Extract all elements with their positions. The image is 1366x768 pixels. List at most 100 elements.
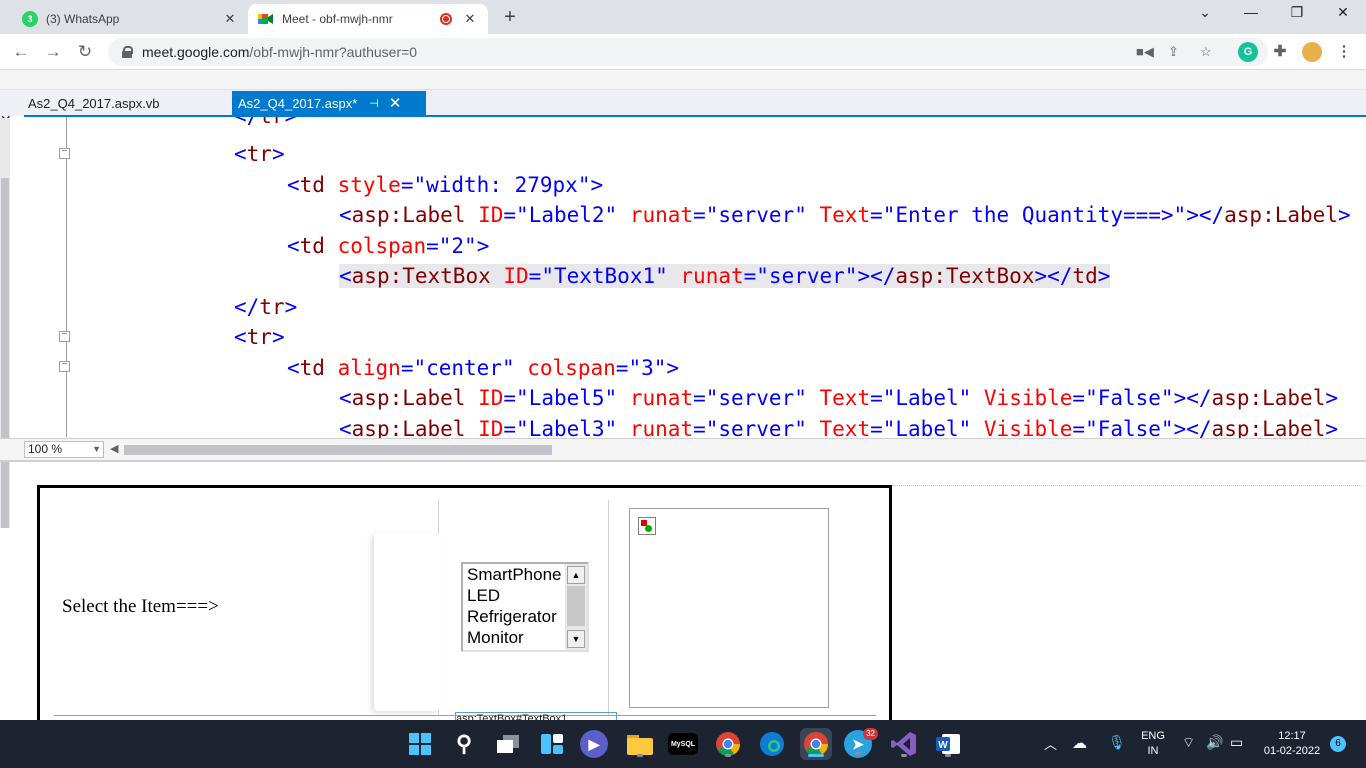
star-icon[interactable]: ☆ [1200, 38, 1212, 66]
vs-toolbar-strip [0, 70, 1366, 90]
document-tab-bar: ✕ As2_Q4_2017.aspx.vb As2_Q4_2017.aspx* … [0, 90, 1366, 128]
avatar[interactable] [1302, 42, 1322, 62]
indent-guide [66, 117, 67, 437]
code-line[interactable]: <td colspan="2"> [287, 231, 489, 261]
list-item[interactable]: Monitor [467, 628, 524, 648]
code-line[interactable]: <asp:Label ID="Label3" runat="server" Te… [339, 414, 1338, 439]
wifi-icon[interactable]: ⌔ [1182, 734, 1195, 752]
code-line[interactable]: <td align="center" colspan="3"> [287, 353, 679, 383]
running-indicator [637, 754, 643, 757]
file-explorer-icon[interactable] [624, 728, 656, 760]
minimize-button[interactable]: — [1228, 4, 1274, 20]
code-line[interactable]: <tr> [234, 139, 285, 169]
scroll-left-icon[interactable]: ◀ [110, 442, 118, 455]
kebab-menu-icon[interactable]: ⋮ [1334, 42, 1354, 62]
clock[interactable]: 12:17 01-02-2022 [1258, 729, 1326, 759]
tab-aspx[interactable]: As2_Q4_2017.aspx* ⊣ ✕ [232, 91, 426, 115]
cloud-icon[interactable]: ☁ [1072, 734, 1087, 752]
tab-search-icon[interactable]: ⌄ [1182, 4, 1228, 21]
whatsapp-icon: 3 [22, 11, 38, 27]
camera-icon[interactable]: ■◀ [1136, 38, 1154, 66]
code-line[interactable]: </tr> [234, 117, 297, 131]
scrollbar-thumb[interactable] [567, 586, 585, 626]
edge-icon[interactable] [756, 728, 788, 760]
back-arrow-icon[interactable]: ← [10, 41, 32, 63]
visual-studio-icon[interactable] [888, 728, 920, 760]
telegram-badge: 32 [863, 728, 878, 740]
editor-status-row: 100 % ▼ ◀ [0, 438, 1366, 460]
search-icon[interactable]: ⚲ [448, 728, 480, 760]
tab-title: Meet - obf-mwjh-nmr [282, 12, 393, 26]
forward-arrow-icon[interactable]: → [42, 41, 64, 63]
tab-whatsapp[interactable]: 3 (3) WhatsApp ✕ [8, 4, 248, 34]
fold-toggle-icon[interactable]: − [59, 148, 70, 159]
list-item[interactable]: LED [467, 586, 500, 606]
puzzle-icon[interactable]: ✚ [1270, 42, 1290, 62]
chrome-active-icon[interactable] [800, 728, 832, 760]
running-indicator [945, 754, 951, 757]
word-icon[interactable]: W [932, 728, 964, 760]
textbox-tag: asp:TextBox#TextBox1 [455, 712, 617, 720]
code-editor[interactable]: − − − </tr><tr><td style="width: 279px">… [0, 117, 1366, 439]
cell-divider [608, 500, 609, 715]
microphone-icon[interactable]: 🎙 [1108, 734, 1126, 751]
chrome-icon[interactable] [712, 728, 744, 760]
share-icon[interactable]: ⇪ [1168, 38, 1179, 66]
split-divider[interactable] [0, 460, 1366, 462]
fold-toggle-icon[interactable]: − [59, 331, 70, 342]
notification-badge[interactable]: 6 [1330, 736, 1346, 752]
design-surface[interactable]: Select the Item===> SmartPhone LED Refri… [37, 485, 892, 720]
taskbar: ⚲ ▶ MySQL ➤ 32 W ︿ ☁ 🎙 ENG IN ⌔ 🔊 ▭ 12:1… [0, 720, 1366, 768]
address-bar-row: ← → ↻ meet.google.com/obf-mwjh-nmr?authu… [0, 34, 1366, 70]
fold-toggle-icon[interactable]: − [59, 361, 70, 372]
teams-chat-icon[interactable]: ▶ [580, 730, 608, 758]
language-indicator[interactable]: ENG IN [1138, 729, 1168, 759]
region-code: IN [1147, 745, 1159, 757]
volume-icon[interactable]: 🔊 [1206, 734, 1223, 751]
telegram-icon[interactable]: ➤ 32 [844, 728, 878, 758]
pin-icon[interactable]: ⊣ [369, 97, 379, 110]
code-line[interactable]: <asp:TextBox ID="TextBox1" runat="server… [339, 261, 1111, 291]
listbox-scrollbar[interactable]: ▲ ▼ [565, 564, 587, 650]
language-code: ENG [1141, 730, 1165, 742]
battery-icon[interactable]: ▭ [1230, 734, 1243, 751]
url-bar[interactable]: meet.google.com/obf-mwjh-nmr?authuser=0 … [108, 38, 1268, 66]
code-line[interactable]: <asp:Label ID="Label5" runat="server" Te… [339, 383, 1338, 413]
task-view-icon[interactable] [492, 728, 524, 760]
widgets-icon[interactable] [536, 728, 568, 760]
horizontal-scrollbar-thumb[interactable] [124, 445, 552, 455]
tab-aspx-vb[interactable]: As2_Q4_2017.aspx.vb [22, 91, 230, 115]
image-control[interactable] [629, 508, 829, 708]
mysql-workbench-icon[interactable]: MySQL [668, 733, 698, 755]
url-path: /obf-mwjh-nmr?authuser=0 [249, 44, 418, 60]
close-icon[interactable]: ✕ [460, 11, 480, 27]
browser-tab-strip: 3 (3) WhatsApp ✕ Meet - obf-mwjh-nmr ✕ +… [0, 0, 1366, 34]
scroll-down-icon[interactable]: ▼ [567, 630, 585, 648]
restore-button[interactable]: ❐ [1274, 4, 1320, 21]
scroll-up-icon[interactable]: ▲ [567, 566, 585, 584]
list-item[interactable]: Refrigerator [467, 607, 557, 627]
window-close-button[interactable]: ✕ [1320, 4, 1366, 21]
code-line[interactable]: <asp:Label ID="Label2" runat="server" Te… [339, 200, 1351, 230]
shared-screen-visual-studio: ✕ As2_Q4_2017.aspx.vb As2_Q4_2017.aspx* … [0, 70, 1366, 720]
code-line[interactable]: </tr> [234, 292, 297, 322]
lock-icon[interactable] [122, 46, 133, 58]
new-tab-button[interactable]: + [498, 6, 522, 29]
code-line[interactable]: <td style="width: 279px"> [287, 170, 603, 200]
tab-meet[interactable]: Meet - obf-mwjh-nmr ✕ [248, 4, 488, 34]
google-meet-icon [258, 11, 274, 27]
close-icon[interactable]: ✕ [220, 11, 240, 27]
close-icon[interactable]: ✕ [389, 94, 402, 112]
zoom-dropdown[interactable]: 100 % ▼ [24, 441, 104, 458]
item-listbox[interactable]: SmartPhone LED Refrigerator Monitor ▲ ▼ [461, 562, 589, 652]
svg-text:W: W [938, 740, 948, 751]
running-indicator [901, 754, 907, 757]
design-panel [374, 533, 440, 711]
chevron-up-icon[interactable]: ︿ [1044, 734, 1057, 753]
active-indicator [808, 754, 824, 757]
windows-start-icon[interactable] [404, 728, 436, 760]
code-line[interactable]: <tr> [234, 322, 285, 352]
grammarly-extension-icon[interactable]: G [1238, 42, 1258, 62]
list-item[interactable]: SmartPhone [467, 565, 562, 585]
reload-icon[interactable]: ↻ [74, 41, 96, 63]
